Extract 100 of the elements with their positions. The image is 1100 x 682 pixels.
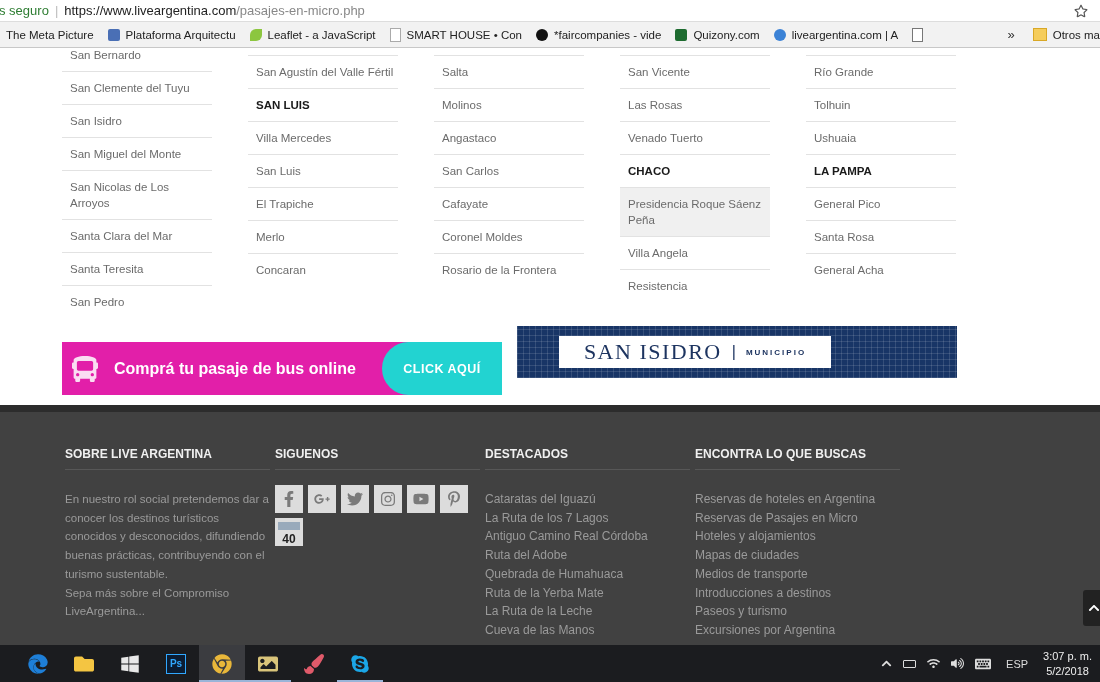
bookmark[interactable]: Quizony.com (675, 28, 760, 41)
footer-link[interactable]: Cueva de las Manos (485, 620, 690, 640)
bookmark[interactable]: The Meta Picture (6, 28, 94, 41)
folder-icon (1032, 28, 1047, 41)
clock[interactable]: 3:07 p. m. 5/2/2018 (1043, 648, 1092, 679)
city-link[interactable]: Santa Clara del Mar (62, 219, 212, 252)
wifi-icon[interactable] (927, 657, 941, 670)
footer-link[interactable]: Mapas de ciudades (695, 546, 900, 565)
city-link[interactable]: Coronel Moldes (434, 220, 584, 253)
city-link[interactable]: San Luis (248, 154, 398, 187)
photoshop-icon: Ps (166, 653, 186, 674)
google-plus-icon[interactable] (308, 485, 336, 513)
city-link[interactable]: Salta (434, 55, 584, 88)
city-link[interactable]: San Bernardo (62, 48, 212, 71)
store-icon (120, 653, 140, 674)
city-link[interactable]: Río Grande (806, 55, 956, 88)
bookmark[interactable]: Leaflet - a JavaScript (249, 28, 376, 41)
page-icon[interactable] (912, 27, 924, 42)
footer-link[interactable]: Cataratas del Iguazú (485, 490, 690, 509)
footer-link[interactable]: Excursiones por Argentina (695, 620, 900, 640)
security-label[interactable]: s seguro (0, 3, 49, 18)
city-link[interactable]: Venado Tuerto (620, 121, 770, 154)
shield-icon (107, 28, 120, 41)
city-link[interactable]: San Clemente del Tuyu (62, 71, 212, 104)
footer-link[interactable]: Ruta de la Yerba Mate (485, 583, 690, 603)
footer-link[interactable]: Medios de transporte (695, 564, 900, 584)
back-to-top-button[interactable] (1083, 590, 1100, 626)
city-link[interactable]: Tolhuin (806, 88, 956, 121)
city-link[interactable]: Rosario de la Frontera (434, 253, 584, 286)
about-paragraph: En nuestro rol social pretendemos dar a conocer los destinos turísticos conocidos y desconocidos, difundiendo buenas prácticas, contribuyendo con el turismo sustentable. (65, 492, 270, 582)
city-link[interactable]: Presidencia Roque Sáenz Peña (620, 187, 770, 236)
square-icon (675, 28, 688, 41)
banner-text: Comprá tu pasaje de bus online (114, 359, 357, 378)
city-link[interactable]: Resistencia (620, 269, 770, 302)
city-link[interactable]: Ushuaia (806, 121, 956, 154)
footer-link[interactable]: Paseos y turismo (695, 602, 900, 621)
city-link[interactable]: El Trapiche (248, 187, 398, 220)
footer-link[interactable]: Ruta del Adobe (485, 546, 690, 565)
city-link[interactable]: General Pico (806, 187, 956, 220)
city-link[interactable]: San Agustín del Valle Fértil (248, 55, 398, 88)
footer-link[interactable]: Reservas de hoteles en Argentina (695, 490, 900, 509)
city-link[interactable]: Concaran (248, 253, 398, 286)
bookmark[interactable]: *faircompanies - vide (536, 28, 662, 41)
facebook-icon[interactable] (275, 485, 303, 513)
bus-ticket-banner[interactable]: Comprá tu pasaje de bus online CLICK AQUÍ (62, 342, 502, 395)
page-icon (389, 27, 401, 42)
bookmark-star-icon[interactable] (1074, 3, 1088, 18)
city-link[interactable]: Santa Teresita (62, 252, 212, 285)
bookmark[interactable]: Plataforma Arquitectu (107, 28, 236, 41)
city-link[interactable]: San Carlos (434, 154, 584, 187)
youtube-icon[interactable] (407, 485, 435, 513)
city-link[interactable]: Angastaco (434, 121, 584, 154)
footer-link[interactable]: Quebrada de Humahuaca (485, 564, 690, 584)
municipality-subtitle: MUNICIPIO (745, 347, 807, 357)
city-link[interactable]: Cafayate (434, 187, 584, 220)
taskbar-app[interactable] (199, 645, 245, 682)
city-link[interactable]: Molinos (434, 88, 584, 121)
bookmark[interactable]: SMART HOUSE • Con (389, 27, 522, 42)
footer-heading: SOBRE LIVE ARGENTINA (65, 447, 270, 470)
language-indicator[interactable]: ESP (1006, 657, 1029, 670)
city-link[interactable]: San Isidro (62, 104, 212, 137)
city-link[interactable]: Las Rosas (620, 88, 770, 121)
city-link[interactable]: Villa Angela (620, 236, 770, 269)
volume-icon[interactable] (951, 657, 965, 670)
footer-link[interactable]: Introducciones a destinos (695, 583, 900, 603)
city-link[interactable]: Santa Rosa (806, 220, 956, 253)
municipality-banner[interactable]: SAN ISIDRO | MUNICIPIO (517, 326, 957, 378)
footer-link[interactable]: Antiguo Camino Real Córdoba (485, 527, 690, 547)
twitter-icon[interactable] (341, 485, 369, 513)
province-heading[interactable]: SAN LUIS (248, 88, 398, 121)
city-link[interactable]: San Miguel del Monte (62, 137, 212, 170)
bookmark-folder[interactable]: Otros ma (1032, 28, 1100, 41)
bus-icon (72, 355, 98, 382)
city-link[interactable]: Villa Mercedes (248, 121, 398, 154)
footer-link[interactable]: Reservas de Pasajes en Micro (695, 508, 900, 528)
pinterest-icon[interactable] (440, 485, 468, 513)
paintbrush-icon (304, 653, 324, 674)
footer-heading: DESTACADOS (485, 447, 690, 470)
taskbar-app[interactable]: Ps (153, 645, 199, 682)
footer-heading: ENCONTRA LO QUE BUSCAS (695, 447, 900, 470)
url-text[interactable]: https://www.liveargentina.com/pasajes-en-micro.php (64, 3, 1068, 18)
leaf-icon (249, 28, 262, 41)
city-link[interactable]: San Pedro (62, 285, 212, 318)
footer-link[interactable]: La Ruta de los 7 Lagos (485, 508, 690, 528)
instagram-icon[interactable] (374, 485, 402, 513)
separator: | (54, 3, 59, 18)
city-link[interactable]: General Acha (806, 253, 956, 286)
city-link[interactable]: San Nicolas de Los Arroyos (62, 170, 212, 219)
battery-icon[interactable] (903, 659, 917, 668)
footer-link[interactable]: Hoteles y alojamientos (695, 527, 900, 547)
municipality-name: SAN ISIDRO (583, 339, 722, 365)
footer-link[interactable]: La Ruta de la Leche (485, 602, 690, 621)
province-heading[interactable]: LA PAMPA (806, 154, 956, 187)
chevron-up-icon[interactable] (881, 658, 893, 669)
bookmark[interactable]: liveargentina.com | A (773, 28, 899, 41)
city-link[interactable]: Merlo (248, 220, 398, 253)
more-bookmarks-button[interactable]: » (1007, 27, 1015, 42)
footer-link[interactable]: Sepa más sobre el Compromiso LiveArgentina... (65, 583, 270, 621)
route-badge[interactable]: 40 (275, 518, 303, 546)
city-link[interactable]: San Vicente (620, 55, 770, 88)
